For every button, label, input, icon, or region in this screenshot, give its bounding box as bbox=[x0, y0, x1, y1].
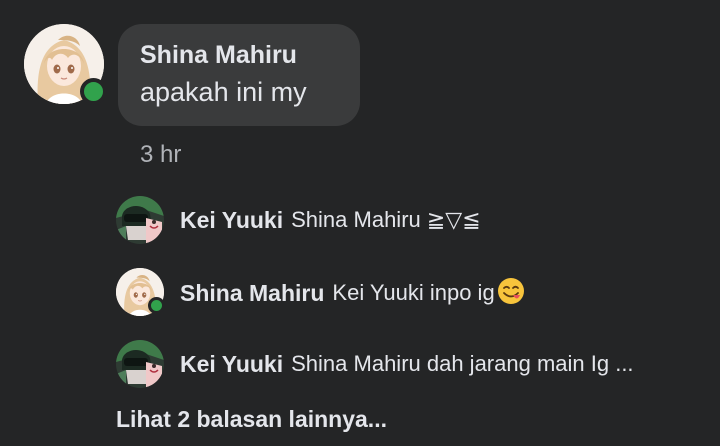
comment-author-name[interactable]: Shina Mahiru bbox=[140, 40, 338, 70]
comment-bubble[interactable]: Shina Mahiru apakah ini my bbox=[118, 24, 360, 126]
reply-author-avatar[interactable] bbox=[116, 340, 164, 388]
anime-helmet-avatar-icon bbox=[116, 340, 164, 388]
reply-item[interactable]: Kei Yuuki Shina Mahiru dah jarang main I… bbox=[180, 347, 634, 381]
comment-timestamp[interactable]: 3 hr bbox=[140, 140, 181, 170]
savoring-food-emoji-icon bbox=[496, 276, 526, 311]
reply-author-name[interactable]: Shina Mahiru bbox=[180, 280, 324, 307]
reply-author-name[interactable]: Kei Yuuki bbox=[180, 351, 283, 378]
online-status-indicator bbox=[80, 78, 107, 105]
reply-item[interactable]: Kei Yuuki Shina Mahiru ≧▽≦ bbox=[180, 203, 481, 237]
comment-text: apakah ini my bbox=[140, 77, 307, 107]
reply-text: Shina Mahiru ≧▽≦ bbox=[291, 207, 481, 232]
reply-author-avatar[interactable] bbox=[116, 196, 164, 244]
anime-helmet-avatar-icon bbox=[116, 196, 164, 244]
view-more-replies-link[interactable]: Lihat 2 balasan lainnya... bbox=[116, 404, 387, 434]
reply-text: Shina Mahiru dah jarang main Ig ... bbox=[291, 351, 634, 376]
online-status-indicator bbox=[148, 297, 165, 314]
reply-author-name[interactable]: Kei Yuuki bbox=[180, 207, 283, 234]
reply-text: Kei Yuuki inpo ig bbox=[332, 280, 495, 305]
reply-item[interactable]: Shina Mahiru Kei Yuuki inpo ig bbox=[180, 276, 526, 310]
